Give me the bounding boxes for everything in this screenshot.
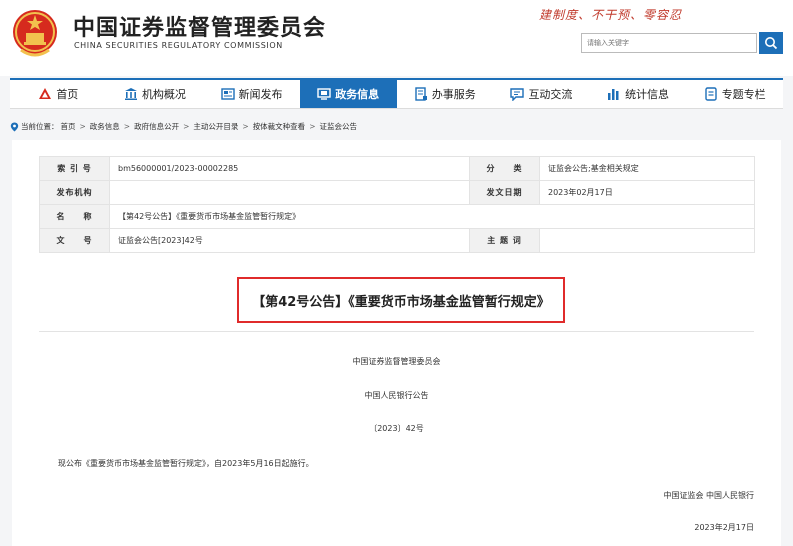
nav-item-statistics[interactable]: 统计信息 bbox=[590, 80, 687, 108]
divider bbox=[39, 331, 754, 332]
search-button[interactable] bbox=[759, 32, 783, 54]
nav-label: 首页 bbox=[56, 88, 79, 101]
nav-label: 政务信息 bbox=[335, 88, 380, 101]
meta-label: 主 题 词 bbox=[469, 228, 540, 253]
document-number: 〔2023〕42号 bbox=[369, 424, 424, 433]
table-row: 索 引 号 bm56000001/2023-00002285 分 类 证监会公告… bbox=[39, 156, 755, 181]
search-icon bbox=[765, 37, 778, 50]
nav-label: 机构概况 bbox=[141, 88, 186, 101]
meta-label: 发布机构 bbox=[39, 180, 110, 205]
document-org-line: 中国人民银行公告 bbox=[364, 391, 429, 400]
building-icon bbox=[124, 88, 137, 100]
nav-label: 专题专栏 bbox=[721, 88, 766, 101]
meta-label: 发文日期 bbox=[469, 180, 540, 205]
breadcrumb-separator: > bbox=[309, 122, 316, 131]
slogan: 建制度、不干预、零容忍 bbox=[539, 8, 683, 22]
meta-label: 索 引 号 bbox=[39, 156, 110, 181]
breadcrumb: 当前位置： 首页 > 政务信息 > 政府信息公开 > 主动公开目录 > 按体裁文… bbox=[10, 121, 357, 132]
meta-label: 文 号 bbox=[39, 228, 110, 253]
nav-item-services[interactable]: 办事服务 bbox=[397, 80, 494, 108]
document-title: 【第42号公告】《重要货币市场基金监管暂行规定》 bbox=[237, 277, 565, 323]
table-row: 文 号 证监会公告[2023]42号 主 题 词 bbox=[39, 228, 755, 253]
chat-icon bbox=[510, 88, 525, 101]
national-emblem-icon bbox=[13, 10, 57, 57]
breadcrumb-separator: > bbox=[79, 122, 86, 131]
site-subtitle: CHINA SECURITIES REGULATORY COMMISSION bbox=[74, 41, 283, 50]
nav-item-news[interactable]: 新闻发布 bbox=[203, 80, 300, 108]
meta-value: 2023年02月17日 bbox=[539, 180, 755, 205]
breadcrumb-separator: > bbox=[242, 122, 249, 131]
bookmark-icon bbox=[704, 87, 717, 101]
content-panel: 索 引 号 bm56000001/2023-00002285 分 类 证监会公告… bbox=[12, 140, 781, 546]
main-nav: 首页 机构概况 新闻发布 政务信息 办事服务 互动交流 统计信息 专题专栏 bbox=[10, 78, 783, 109]
nav-item-topics[interactable]: 专题专栏 bbox=[686, 80, 783, 108]
breadcrumb-separator: > bbox=[123, 122, 131, 131]
site-header: 中国证券监督管理委员会 CHINA SECURITIES REGULATORY … bbox=[0, 0, 793, 76]
meta-label: 分 类 bbox=[469, 156, 540, 181]
breadcrumb-link[interactable]: 证监会公告 bbox=[319, 121, 357, 132]
document-body: 现公布《重要货币市场基金监管暂行规定》，自2023年5月16日起施行。 bbox=[58, 459, 314, 468]
breadcrumb-prefix: 当前位置： bbox=[21, 122, 59, 131]
monitor-icon bbox=[317, 88, 331, 100]
document-org-line: 中国证券监督管理委员会 bbox=[352, 357, 441, 366]
table-row: 名 称 【第42号公告】《重要货币市场基金监管暂行规定》 bbox=[39, 204, 755, 229]
nav-label: 办事服务 bbox=[431, 88, 476, 101]
site-title: 中国证券监督管理委员会 bbox=[73, 16, 327, 41]
meta-value: 证监会公告;基金相关规定 bbox=[539, 156, 755, 181]
nav-label: 互动交流 bbox=[528, 88, 573, 101]
nav-label: 统计信息 bbox=[625, 88, 670, 101]
nav-item-home[interactable]: 首页 bbox=[10, 80, 107, 108]
breadcrumb-separator: > bbox=[183, 122, 190, 131]
document-signature: 中国证监会 中国人民银行 bbox=[663, 491, 754, 500]
location-pin-icon bbox=[10, 122, 19, 131]
breadcrumb-link[interactable]: 政务信息 bbox=[90, 121, 120, 132]
nav-item-about[interactable]: 机构概况 bbox=[107, 80, 204, 108]
nav-item-interaction[interactable]: 互动交流 bbox=[493, 80, 590, 108]
meta-value bbox=[109, 180, 470, 205]
meta-value: 【第42号公告】《重要货币市场基金监管暂行规定》 bbox=[109, 204, 755, 229]
chart-icon bbox=[608, 89, 619, 100]
service-icon bbox=[415, 87, 427, 101]
nav-label: 新闻发布 bbox=[238, 88, 283, 101]
breadcrumb-link[interactable]: 按体裁文种查看 bbox=[253, 121, 306, 132]
nav-item-gov-info[interactable]: 政务信息 bbox=[299, 80, 397, 108]
news-icon bbox=[220, 88, 235, 100]
meta-label: 名 称 bbox=[39, 204, 110, 229]
table-row: 发布机构 发文日期 2023年02月17日 bbox=[39, 180, 755, 205]
meta-value: bm56000001/2023-00002285 bbox=[109, 156, 470, 181]
breadcrumb-link[interactable]: 主动公开目录 bbox=[193, 121, 238, 132]
home-icon bbox=[39, 88, 52, 99]
document-meta-table: 索 引 号 bm56000001/2023-00002285 分 类 证监会公告… bbox=[39, 156, 755, 253]
breadcrumb-link[interactable]: 首页 bbox=[61, 121, 76, 132]
document-date: 2023年2月17日 bbox=[694, 523, 754, 532]
meta-value: 证监会公告[2023]42号 bbox=[109, 228, 470, 253]
meta-value bbox=[539, 228, 755, 253]
search-input[interactable] bbox=[581, 33, 757, 53]
breadcrumb-link[interactable]: 政府信息公开 bbox=[134, 121, 179, 132]
